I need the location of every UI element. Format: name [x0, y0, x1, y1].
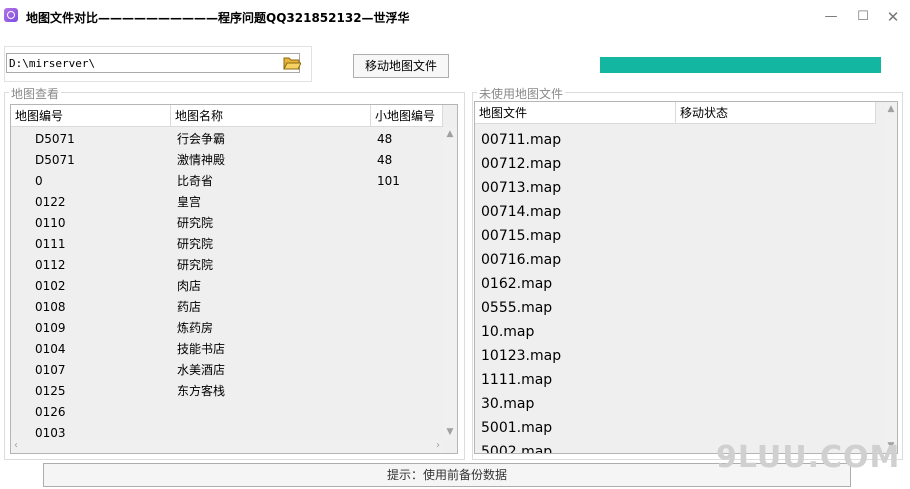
map-id-cell: 0112	[35, 258, 66, 272]
horizontal-scrollbar[interactable]: ‹ ›	[11, 439, 443, 453]
map-id-cell: 0110	[35, 216, 66, 230]
map-id-cell: 0104	[35, 342, 66, 356]
column-header-map-name[interactable]: 地图名称	[171, 105, 371, 127]
map-name-cell: 行会争霸	[177, 132, 226, 146]
scroll-up-icon[interactable]: ▲	[443, 129, 457, 139]
map-name-cell: 研究院	[177, 216, 214, 230]
table-row[interactable]: 0107 水美酒店	[11, 360, 443, 381]
app-icon	[4, 8, 18, 22]
table-row[interactable]: D5071 激情神殿 48	[11, 150, 443, 171]
map-name-cell: 研究院	[177, 258, 214, 272]
table-row[interactable]: D5071 行会争霸 48	[11, 129, 443, 150]
map-id-cell: 0108	[35, 300, 66, 314]
map-id-cell: 0111	[35, 237, 66, 251]
list-item[interactable]: 00713.map	[481, 176, 561, 200]
table-row[interactable]: 0109 炼药房	[11, 318, 443, 339]
map-name-cell: 水美酒店	[177, 363, 226, 377]
column-header-move-status[interactable]: 移动状态	[676, 102, 876, 124]
minimize-icon[interactable]: —	[816, 6, 846, 28]
column-header-map-file[interactable]: 地图文件	[475, 102, 676, 124]
path-input[interactable]: D:\mirserver\	[6, 53, 300, 73]
list-item[interactable]: 00716.map	[481, 248, 561, 272]
minimap-id-cell: 101	[377, 174, 400, 188]
window-title: 地图文件对比——————————程序问题QQ321852132—世浮华	[26, 11, 410, 25]
map-name-cell: 炼药房	[177, 321, 214, 335]
map-id-cell: 0109	[35, 321, 66, 335]
unused-file-list[interactable]: 地图文件 移动状态 00711.map 00712.map 00713.map 007…	[474, 101, 898, 454]
close-icon[interactable]: ✕	[878, 6, 908, 28]
map-name-cell: 药店	[177, 300, 202, 314]
map-name-cell: 肉店	[177, 279, 202, 293]
minimap-id-cell: 48	[377, 153, 393, 167]
scroll-up-icon[interactable]: ▲	[885, 104, 897, 114]
map-id-cell: 0125	[35, 384, 66, 398]
map-name-cell: 东方客栈	[177, 384, 226, 398]
minimap-id-cell: 48	[377, 132, 393, 146]
table-row[interactable]: 0126	[11, 402, 443, 423]
vertical-scrollbar[interactable]: ▲ ▼	[885, 102, 897, 453]
folder-open-icon[interactable]	[283, 55, 302, 71]
map-list[interactable]: 地图编号 地图名称 小地图编号 D5071 行会争霸 48 D5071 激情神殿 48 0 比…	[10, 104, 458, 454]
map-name-cell: 研究院	[177, 237, 214, 251]
map-id-cell: 0	[35, 174, 43, 188]
table-row[interactable]: 0111 研究院	[11, 234, 443, 255]
list-item[interactable]: 00712.map	[481, 152, 561, 176]
map-id-cell: 0107	[35, 363, 66, 377]
list-item[interactable]: 10.map	[481, 320, 534, 344]
table-row[interactable]: 0112 研究院	[11, 255, 443, 276]
list-item[interactable]: 30.map	[481, 392, 534, 416]
list-item[interactable]: 00715.map	[481, 224, 561, 248]
watermark: 9LUU.COM	[716, 440, 901, 475]
list-item[interactable]: 5002.map	[481, 440, 552, 453]
map-id-cell: D5071	[35, 132, 75, 146]
list-item[interactable]: 0162.map	[481, 272, 552, 296]
map-name-cell: 激情神殿	[177, 153, 226, 167]
table-row[interactable]: 0108 药店	[11, 297, 443, 318]
list-item[interactable]: 00711.map	[481, 128, 561, 152]
list-item[interactable]: 0555.map	[481, 296, 552, 320]
map-id-cell: 0126	[35, 405, 66, 419]
scroll-down-icon[interactable]: ▼	[443, 427, 457, 437]
map-id-cell: 0102	[35, 279, 66, 293]
unused-files-group-label: 未使用地图文件	[477, 85, 566, 102]
map-name-cell: 皇宫	[177, 195, 202, 209]
table-row[interactable]: 0104 技能书店	[11, 339, 443, 360]
scroll-left-icon[interactable]: ‹	[14, 439, 18, 453]
map-name-cell: 比奇省	[177, 174, 214, 188]
list-item[interactable]: 1111.map	[481, 368, 552, 392]
table-row[interactable]: 0110 研究院	[11, 213, 443, 234]
move-map-files-button[interactable]: 移动地图文件	[353, 54, 449, 78]
list-item[interactable]: 10123.map	[481, 344, 561, 368]
scroll-right-icon[interactable]: ›	[436, 439, 440, 453]
map-id-cell: 0122	[35, 195, 66, 209]
table-row[interactable]: 0122 皇宫	[11, 192, 443, 213]
map-id-cell: D5071	[35, 153, 75, 167]
list-item[interactable]: 5001.map	[481, 416, 552, 440]
table-row[interactable]: 0125 东方客栈	[11, 381, 443, 402]
map-view-group-label: 地图查看	[9, 85, 62, 102]
vertical-scrollbar[interactable]: ▲ ▼	[443, 127, 457, 439]
progress-fill	[600, 57, 881, 73]
maximize-icon[interactable]: ☐	[848, 6, 878, 28]
map-name-cell: 技能书店	[177, 342, 226, 356]
table-row[interactable]: 0 比奇省 101	[11, 171, 443, 192]
column-header-map-id[interactable]: 地图编号	[11, 105, 171, 127]
table-row[interactable]: 0102 肉店	[11, 276, 443, 297]
progress-bar	[600, 57, 881, 73]
list-item[interactable]: 00714.map	[481, 200, 561, 224]
column-header-minimap-id[interactable]: 小地图编号	[371, 105, 443, 127]
